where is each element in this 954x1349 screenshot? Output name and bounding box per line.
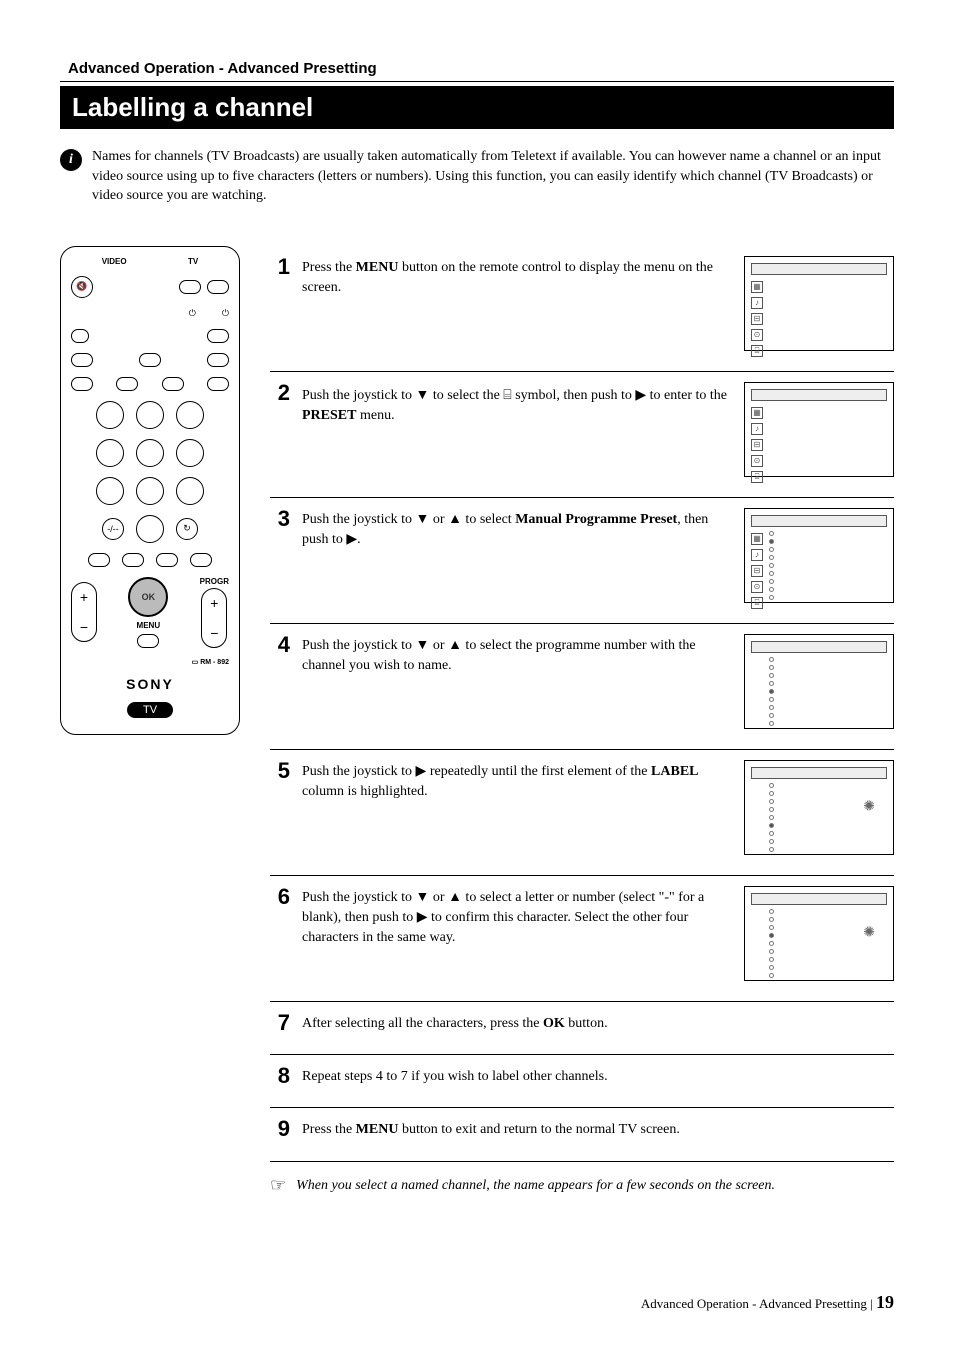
num-1 (96, 401, 124, 429)
menu-label: MENU (137, 621, 161, 630)
step-number: 6 (270, 886, 290, 908)
oval-btn-7 (116, 377, 138, 391)
step-text: Press the MENU button on the remote cont… (302, 256, 732, 299)
note-text: When you select a named channel, the nam… (296, 1176, 775, 1196)
model-label: ▭ RM - 892 (192, 658, 229, 666)
step-number: 4 (270, 634, 290, 656)
tv-screen-preview: ▦♪⊟⊙⌸ (744, 256, 894, 351)
program-rocker: +− (201, 588, 227, 648)
page-footer: Advanced Operation - Advanced Presetting… (641, 1292, 894, 1313)
steps-list: 1 Press the MENU button on the remote con… (270, 246, 894, 1209)
oval-btn-8 (162, 377, 184, 391)
cycle-icon: ↻ (176, 518, 198, 540)
step-text: Push the joystick to ▼ or ▲ to select a … (302, 886, 732, 949)
tv-screen-preview: ✺ (744, 886, 894, 981)
num-0 (136, 515, 164, 543)
video-power-button (179, 280, 201, 294)
mute-icon: 🔇 (71, 276, 93, 298)
step-number: 7 (270, 1012, 290, 1034)
label-video: VIDEO (102, 257, 127, 266)
tv-screen-preview: ▦♪⊟⊙⌸ (744, 382, 894, 477)
note: ☞ When you select a named channel, the na… (270, 1161, 894, 1210)
tv-badge: TV (127, 702, 173, 718)
step-2: 2 Push the joystick to ▼ to select the ⌸ … (270, 371, 894, 497)
oval-btn-6 (71, 377, 93, 391)
num-8 (136, 477, 164, 505)
hand-icon: ☞ (270, 1176, 286, 1196)
tv-power-button (207, 280, 229, 294)
breadcrumb: Advanced Operation - Advanced Presetting (60, 60, 894, 77)
oval-btn-3 (71, 353, 93, 367)
step-3: 3 Push the joystick to ▼ or ▲ to select M… (270, 497, 894, 623)
oval-btn-5 (207, 353, 229, 367)
intro-text: Names for channels (TV Broadcasts) are u… (92, 147, 894, 206)
remote-control-illustration: VIDEO TV 🔇 ⏻ ⏻ (60, 246, 240, 735)
tv-screen-preview: ▦♪⊟⊙⌸ (744, 508, 894, 603)
menu-button (137, 634, 159, 648)
step-number: 2 (270, 382, 290, 404)
step-text: Push the joystick to ▼ or ▲ to select Ma… (302, 508, 732, 551)
num-2 (136, 401, 164, 429)
num-5 (136, 439, 164, 467)
num-9 (176, 477, 204, 505)
color-btn-3 (156, 553, 178, 567)
color-btn-4 (190, 553, 212, 567)
step-text: Push the joystick to ▼ or ▲ to select th… (302, 634, 732, 677)
oval-btn-9 (207, 377, 229, 391)
step-number: 8 (270, 1065, 290, 1087)
oval-btn-2 (207, 329, 229, 343)
oval-btn-1 (71, 329, 89, 343)
step-9: 9 Press the MENU button to exit and retur… (270, 1107, 894, 1160)
num-4 (96, 439, 124, 467)
step-text: Repeat steps 4 to 7 if you wish to label… (302, 1065, 894, 1087)
page-title: Labelling a channel (72, 92, 882, 123)
step-4: 4 Push the joystick to ▼ or ▲ to select t… (270, 623, 894, 749)
step-5: 5 Push the joystick to ▶ repeatedly until… (270, 749, 894, 875)
step-number: 3 (270, 508, 290, 530)
step-7: 7 After selecting all the characters, pre… (270, 1001, 894, 1054)
step-text: Press the MENU button to exit and return… (302, 1118, 894, 1140)
title-bar: Labelling a channel (60, 86, 894, 129)
step-6: 6 Push the joystick to ▼ or ▲ to select a… (270, 875, 894, 1001)
power-label-right: ⏻ (222, 308, 229, 319)
step-8: 8 Repeat steps 4 to 7 if you wish to labe… (270, 1054, 894, 1107)
step-text: Push the joystick to ▼ to select the ⌸ s… (302, 382, 732, 427)
color-btn-1 (88, 553, 110, 567)
step-1: 1 Press the MENU button on the remote con… (270, 246, 894, 371)
step-text: Push the joystick to ▶ repeatedly until … (302, 760, 732, 803)
tv-screen-preview: ✺ (744, 760, 894, 855)
num-6 (176, 439, 204, 467)
tv-screen-preview (744, 634, 894, 729)
step-text: After selecting all the characters, pres… (302, 1012, 894, 1034)
num-3 (176, 401, 204, 429)
power-label-left: ⏻ (189, 308, 196, 319)
ok-joystick: OK (128, 577, 168, 617)
info-icon: i (60, 149, 82, 171)
progr-label: PROGR (200, 577, 229, 586)
step-number: 9 (270, 1118, 290, 1140)
dash-button: -/-- (102, 518, 124, 540)
volume-rocker: +− (71, 582, 97, 642)
step-number: 1 (270, 256, 290, 278)
num-7 (96, 477, 124, 505)
brand-logo: SONY (126, 676, 174, 692)
color-btn-2 (122, 553, 144, 567)
oval-btn-4 (139, 353, 161, 367)
step-number: 5 (270, 760, 290, 782)
label-tv: TV (188, 257, 198, 266)
